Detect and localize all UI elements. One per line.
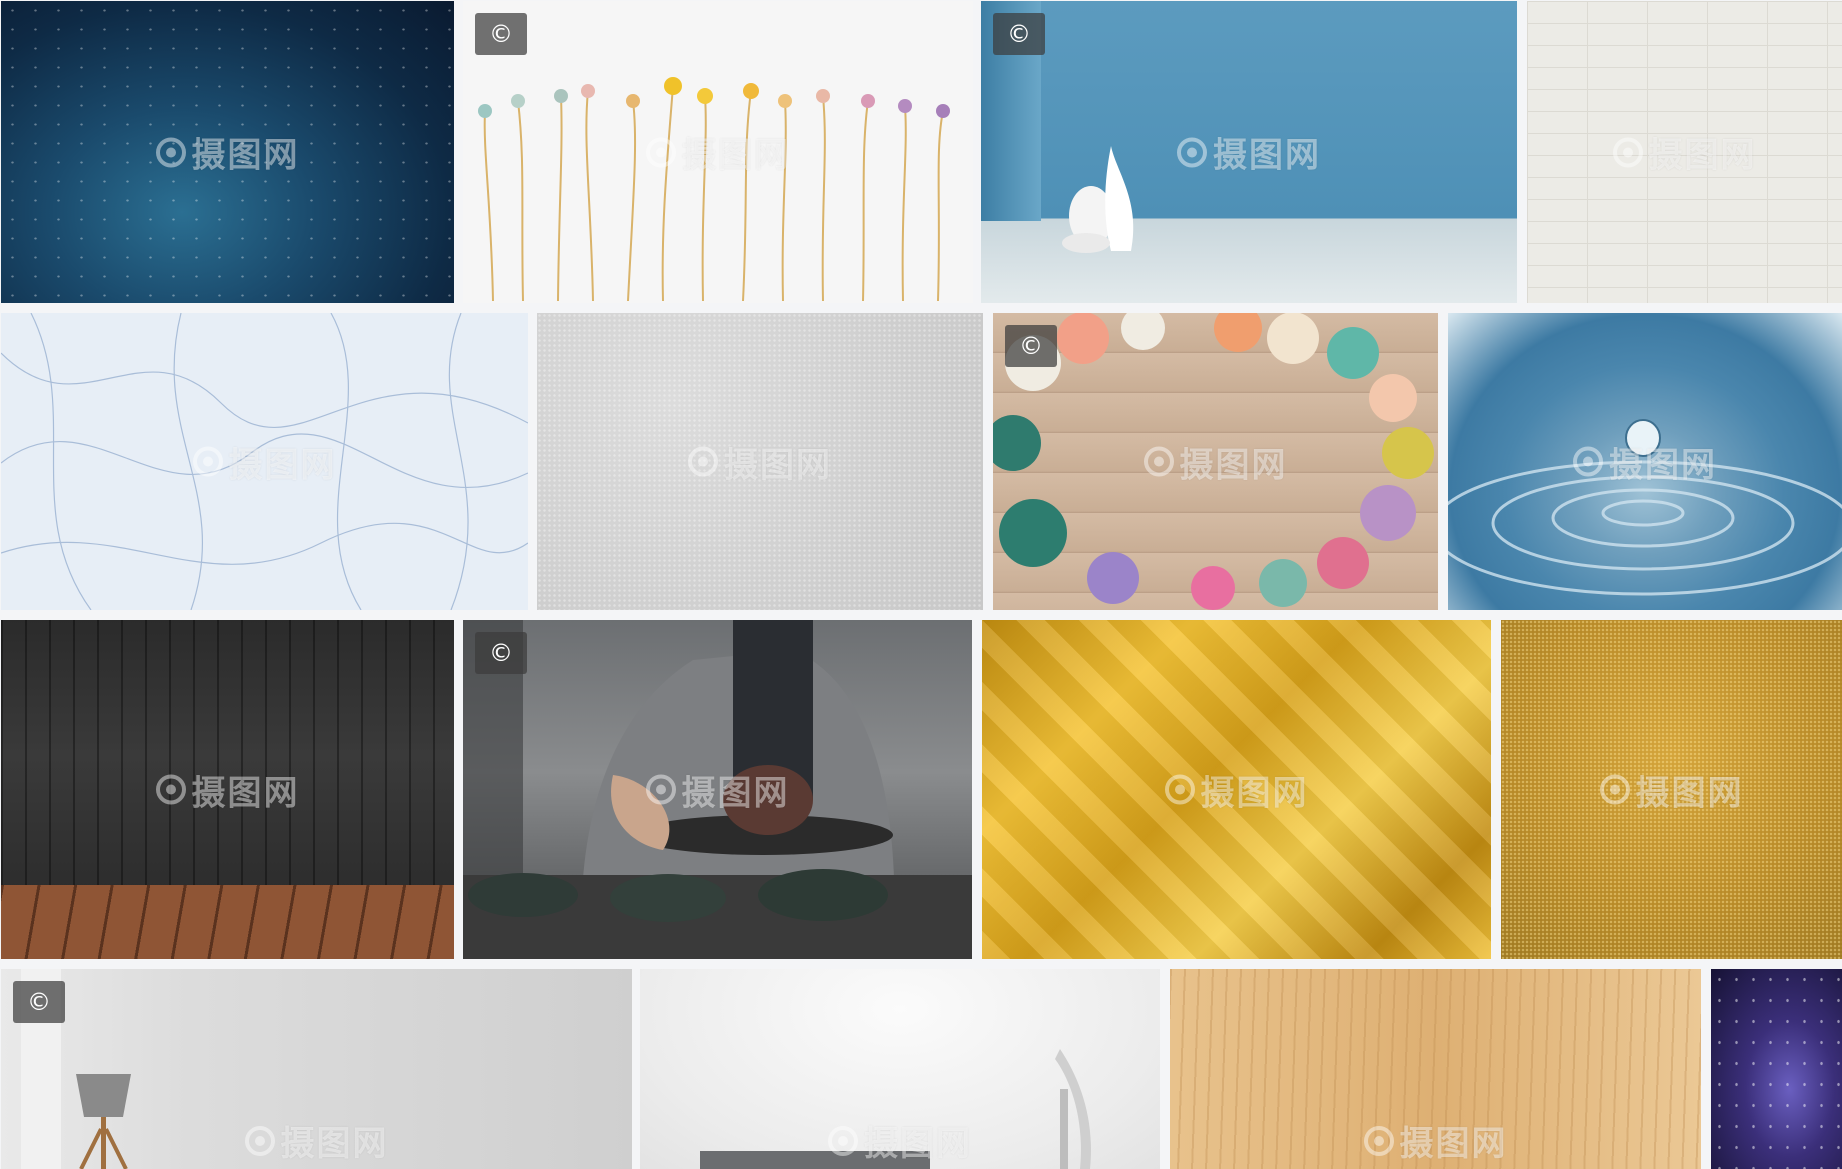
watermark-logo-icon [1143, 446, 1174, 477]
copyright-symbol: © [489, 639, 513, 667]
watermark: 摄图网 [1, 1116, 632, 1165]
watermark-text: 摄图网 [1213, 135, 1321, 176]
copyright-symbol: © [1019, 332, 1043, 360]
tea-ceremony-illustration [463, 620, 972, 959]
vases-illustration [1062, 146, 1134, 253]
tile-dark-wood-room[interactable]: 摄图网 [1, 620, 454, 959]
watermark-text: 摄图网 [1648, 135, 1757, 176]
tile-starry-sky[interactable]: 摄图网 [1, 1, 454, 303]
tile-white-brick-wall[interactable]: 摄图网 [1527, 1, 1842, 303]
copyright-symbol: © [1007, 20, 1031, 48]
watermark: 摄图网 [982, 765, 1491, 814]
watermark: 摄图网 [463, 765, 972, 814]
copyright-badge: © [1005, 325, 1057, 367]
watermark-text: 摄图网 [1609, 445, 1717, 485]
ripple-illustration [1448, 419, 1842, 596]
tile-purple-galaxy[interactable] [1711, 969, 1842, 1169]
watermark-text: 摄图网 [864, 1124, 972, 1164]
watermark-text: 摄图网 [191, 135, 300, 176]
watermark-logo-icon [192, 446, 223, 477]
watermark-logo-icon [1573, 446, 1603, 477]
tile-gray-plaster[interactable]: 摄图网 [537, 313, 983, 610]
tile-gold-glitter[interactable]: 摄图网 [1501, 620, 1842, 959]
watermark: 摄图网 [640, 1116, 1160, 1165]
watermark-logo-icon [1164, 774, 1195, 805]
sofa-vase-illustration [700, 1049, 1091, 1169]
watermark-text: 摄图网 [228, 445, 337, 485]
copyright-badge: © [13, 981, 65, 1023]
tile-light-wood-grain[interactable]: 摄图网 [1170, 969, 1701, 1169]
watermark-text: 摄图网 [1200, 773, 1309, 813]
tile-white-room-sofa[interactable]: 摄图网 [640, 969, 1160, 1169]
watermark: 摄图网 [537, 437, 983, 486]
lamp-illustration [76, 1074, 131, 1169]
watermark-logo-icon [155, 774, 186, 805]
copyright-badge: © [993, 13, 1045, 55]
tile-blue-line-texture[interactable]: 摄图网 [1, 313, 528, 610]
watermark-text: 摄图网 [191, 773, 300, 813]
tile-water-drop[interactable]: 摄图网 [1448, 313, 1842, 610]
watermark-logo-icon [1599, 774, 1630, 805]
watermark-text: 摄图网 [1179, 445, 1288, 485]
watermark: 摄图网 [1501, 765, 1842, 814]
watermark-text: 摄图网 [681, 773, 790, 813]
watermark-logo-icon [646, 137, 676, 167]
watermark: 摄图网 [981, 128, 1517, 177]
watermark-text: 摄图网 [1399, 1124, 1508, 1164]
watermark: 摄图网 [1527, 128, 1842, 177]
watermark: 摄图网 [1448, 437, 1842, 486]
watermark-logo-icon [244, 1125, 275, 1156]
watermark-logo-icon [1363, 1125, 1394, 1156]
copyright-badge: © [475, 632, 527, 674]
copyright-symbol: © [489, 20, 513, 48]
tile-gold-foil[interactable]: 摄图网 [982, 620, 1491, 959]
copyright-symbol: © [27, 988, 51, 1016]
watermark: 摄图网 [1, 128, 454, 177]
flower-frame-illustration [993, 313, 1434, 610]
watermark-logo-icon [1612, 137, 1643, 167]
tile-flowers-on-wood[interactable]: © 摄图网 [993, 313, 1438, 610]
watermark-logo-icon [155, 137, 186, 167]
tile-blue-room-vases[interactable]: © 摄图网 [981, 1, 1517, 303]
watermark: 摄图网 [463, 128, 973, 177]
watermark: 摄图网 [1, 437, 528, 486]
watermark: 摄图网 [993, 437, 1438, 486]
line-texture-illustration [1, 313, 528, 610]
dried-flowers-illustration [478, 77, 950, 302]
watermark-logo-icon [688, 446, 718, 477]
tile-dried-flowers[interactable]: © 摄图网 [463, 1, 973, 303]
watermark: 摄图网 [1170, 1116, 1701, 1165]
watermark-text: 摄图网 [724, 445, 832, 485]
watermark-logo-icon [1177, 137, 1207, 167]
watermark-text: 摄图网 [682, 135, 790, 176]
watermark-text: 摄图网 [1635, 773, 1744, 813]
copyright-badge: © [475, 13, 527, 55]
watermark: 摄图网 [1, 765, 454, 814]
watermark-logo-icon [645, 774, 676, 805]
tile-gray-room-lamp[interactable]: © 摄图网 [1, 969, 632, 1169]
watermark-logo-icon [828, 1125, 858, 1156]
tile-tea-ceremony[interactable]: © 摄图网 [463, 620, 972, 959]
watermark-text: 摄图网 [280, 1124, 389, 1164]
